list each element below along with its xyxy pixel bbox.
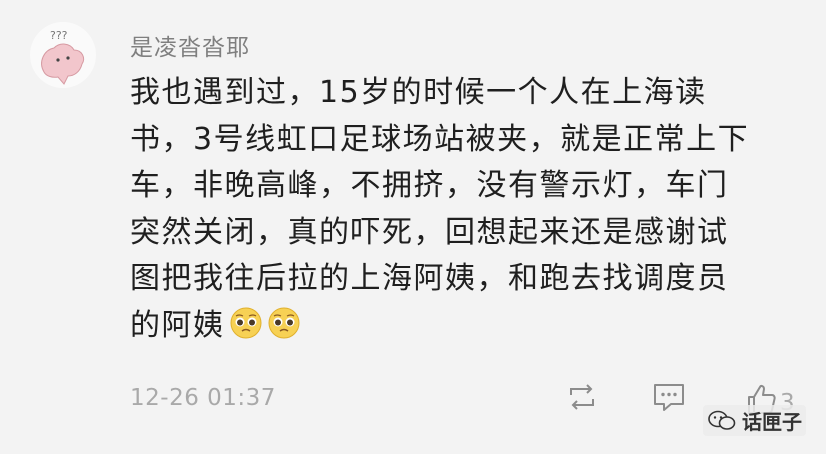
comment-line: 车，非晚高峰，不拥挤，没有警示灯，车门 <box>130 168 729 203</box>
watermark: 话匣子 <box>703 405 806 436</box>
avatar-text: ??? <box>50 29 68 42</box>
watermark-label: 话匣子 <box>742 410 802 434</box>
reply-button[interactable] <box>651 380 687 414</box>
comment-line: 突然关闭，真的吓死，回想起来还是感谢试 <box>130 214 729 250</box>
comment-line: 我也遇到过，15岁的时候一个人在上海读 <box>130 75 707 110</box>
username[interactable]: 是凌沓沓耶 <box>130 28 250 62</box>
comment-line: 图把我往后拉的上海阿姨，和跑去找调度员 <box>130 261 729 296</box>
repost-button[interactable] <box>565 380 599 414</box>
pleading-face-icon <box>268 307 299 338</box>
wechat-icon <box>708 410 736 430</box>
avatar-illustration: ??? <box>41 29 85 85</box>
avatar[interactable]: ??? <box>30 22 96 88</box>
comment-bubble-icon <box>654 384 684 411</box>
pleading-face-icon <box>230 307 261 338</box>
timestamp: 12-26 01:37 <box>130 385 276 411</box>
repost-icon <box>570 384 594 410</box>
comment-text: 我也遇到过，15岁的时候一个人在上海读 书，3号线虹口足球场站被夹，就是正常上下… <box>130 70 810 349</box>
comment-line: 书，3号线虹口足球场站被夹，就是正常上下 <box>130 121 750 157</box>
comment-line: 的阿姨 <box>130 307 225 343</box>
comment-last-line: 的阿姨 <box>130 303 810 350</box>
